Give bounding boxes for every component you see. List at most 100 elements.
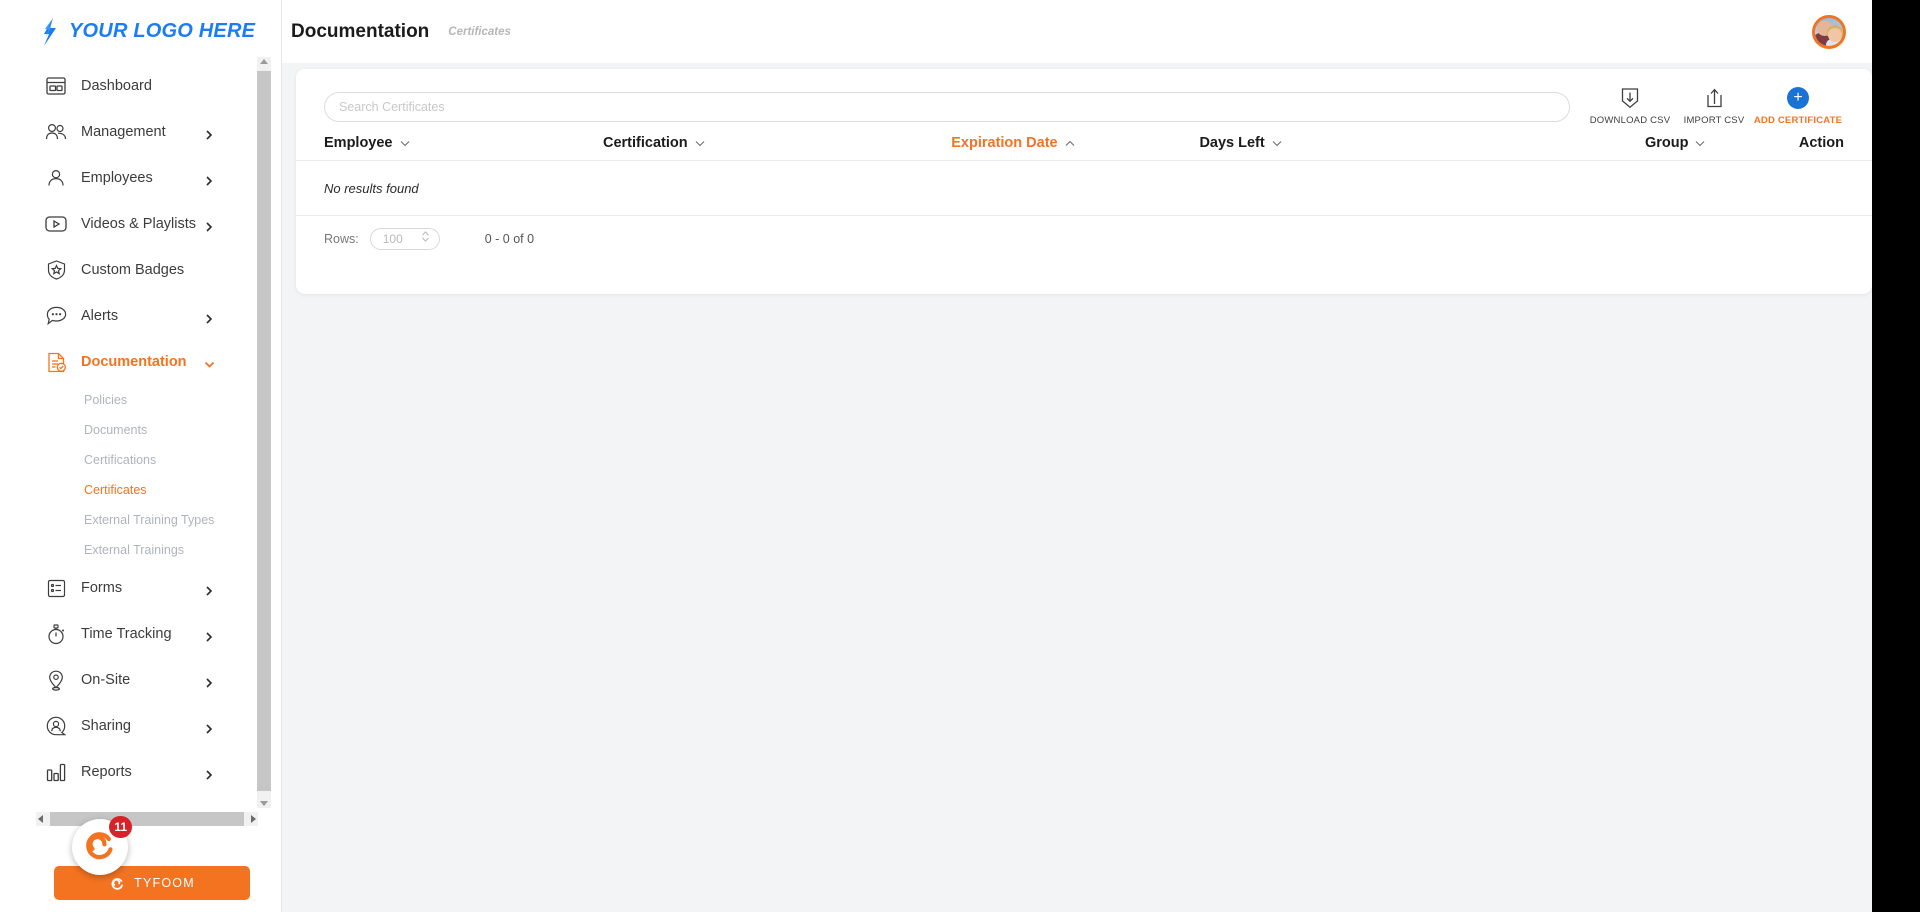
- sidebar-item-label: Dashboard: [81, 78, 152, 94]
- sidebar-item-time-tracking[interactable]: Time Tracking: [0, 611, 258, 657]
- chevron-right-icon[interactable]: [204, 311, 214, 324]
- sidebar-subitem-certificates[interactable]: Certificates: [0, 475, 258, 505]
- search-input[interactable]: [324, 92, 1570, 122]
- scrollbar-thumb[interactable]: [257, 71, 271, 791]
- column-header-group[interactable]: Group: [1465, 135, 1706, 151]
- sidebar-item-sharing[interactable]: Sharing: [0, 703, 258, 749]
- import-csv-button[interactable]: IMPORT CSV: [1672, 87, 1756, 126]
- sidebar-item-label: Time Tracking: [81, 626, 172, 642]
- sidebar-item-employees[interactable]: Employees: [0, 155, 258, 201]
- sidebar-item-label: Reports: [81, 764, 132, 780]
- sidebar-item-label: Employees: [81, 170, 153, 186]
- download-icon: [1621, 87, 1639, 109]
- sidebar-item-label: Alerts: [81, 308, 119, 324]
- stepper-chevrons-icon[interactable]: [421, 230, 430, 248]
- users-icon: [45, 121, 67, 143]
- chevron-right-icon[interactable]: [204, 173, 214, 186]
- app-root: YOUR LOGO HERE Dashboard Management Empl…: [0, 0, 1872, 912]
- page-title: Documentation: [291, 20, 430, 42]
- rows-per-page-select[interactable]: 100: [369, 228, 440, 250]
- alert-chat-icon: [45, 305, 67, 327]
- download-csv-button[interactable]: DOWNLOAD CSV: [1588, 87, 1672, 126]
- scrollbar-thumb[interactable]: [50, 812, 244, 826]
- add-certificate-button[interactable]: + ADD CERTIFICATE: [1753, 86, 1843, 126]
- chevron-right-icon[interactable]: [204, 675, 214, 688]
- tyfoom-button[interactable]: TYFOOM: [54, 866, 250, 900]
- logo[interactable]: YOUR LOGO HERE: [0, 0, 281, 63]
- upload-icon: [1706, 87, 1723, 109]
- logo-mark-icon: [40, 17, 60, 47]
- sidebar-item-documentation[interactable]: Documentation: [0, 339, 258, 385]
- column-label: Action: [1798, 135, 1844, 151]
- no-results-message: No results found: [324, 181, 419, 196]
- tyfoom-swirl-icon: [109, 875, 126, 892]
- page-subtitle: Certificates: [448, 25, 511, 38]
- sidebar-subitem-label: Certifications: [84, 453, 157, 467]
- chevron-right-icon[interactable]: [204, 767, 214, 780]
- form-icon: [45, 577, 67, 599]
- sidebar-item-label: Sharing: [81, 718, 131, 734]
- document-check-icon: [45, 351, 67, 373]
- sidebar-subitem-policies[interactable]: Policies: [0, 385, 258, 415]
- chevron-down-icon[interactable]: [400, 135, 410, 151]
- column-label: Expiration Date: [951, 135, 1058, 151]
- pagination: Rows: 100 0 - 0 of 0: [296, 216, 1872, 262]
- scroll-up-arrow-icon[interactable]: [260, 59, 268, 64]
- chevron-right-icon[interactable]: [204, 219, 214, 232]
- sidebar-subitem-certifications[interactable]: Certifications: [0, 445, 258, 475]
- badge-icon: [45, 259, 67, 281]
- sidebar-subitem-label: Documents: [84, 423, 148, 437]
- column-header-certification[interactable]: Certification: [603, 135, 951, 151]
- chevron-right-icon[interactable]: [204, 127, 214, 140]
- chevron-right-icon[interactable]: [204, 583, 214, 596]
- sidebar-item-label: Documentation: [81, 354, 187, 370]
- sidebar-subitem-external-training-types[interactable]: External Training Types: [0, 505, 258, 535]
- scroll-down-arrow-icon[interactable]: [260, 801, 268, 806]
- chevron-down-icon[interactable]: [1695, 135, 1705, 151]
- sidebar-item-custom-badges[interactable]: Custom Badges: [0, 247, 258, 293]
- sidebar-subitem-label: External Training Types: [84, 513, 215, 527]
- sidebar-nav: Dashboard Management Employees Videos & …: [0, 63, 258, 808]
- column-label: Group: [1644, 135, 1689, 151]
- import-csv-label: IMPORT CSV: [1683, 114, 1745, 126]
- sidebar-subitem-label: Certificates: [84, 483, 147, 497]
- tyfoom-fab-button[interactable]: 11: [72, 816, 132, 875]
- chevron-down-icon[interactable]: [1272, 135, 1282, 151]
- toolbar-actions: DOWNLOAD CSV IMPORT CSV + ADD CERTIFICAT…: [1588, 86, 1843, 126]
- logo-text: YOUR LOGO HERE: [69, 20, 256, 42]
- sidebar-subitem-label: Policies: [84, 393, 128, 407]
- page-header: Documentation Certificates: [282, 0, 1872, 63]
- chevron-down-icon[interactable]: [695, 135, 705, 151]
- chevron-down-icon[interactable]: [204, 357, 215, 368]
- sidebar-item-reports[interactable]: Reports: [0, 749, 258, 795]
- sidebar-item-forms[interactable]: Forms: [0, 565, 258, 611]
- chevron-right-icon[interactable]: [204, 629, 214, 642]
- plus-glyph: +: [1787, 86, 1809, 109]
- avatar[interactable]: [1812, 14, 1846, 49]
- sidebar-item-label: On-Site: [81, 672, 131, 688]
- sidebar-vertical-scrollbar[interactable]: [257, 57, 271, 808]
- sidebar-subitem-external-trainings[interactable]: External Trainings: [0, 535, 258, 565]
- chevron-right-icon[interactable]: [204, 721, 214, 734]
- column-header-employee[interactable]: Employee: [324, 135, 603, 151]
- sidebar-item-management[interactable]: Management: [0, 109, 258, 155]
- share-user-icon: [45, 715, 67, 737]
- tyfoom-label: TYFOOM: [134, 876, 195, 890]
- column-header-expiration-date[interactable]: Expiration Date: [951, 135, 1199, 151]
- sidebar-item-on-site[interactable]: On-Site: [0, 657, 258, 703]
- scroll-left-arrow-icon[interactable]: [38, 815, 43, 823]
- notification-badge: 11: [109, 816, 132, 838]
- sidebar-item-videos-playlists[interactable]: Videos & Playlists: [0, 201, 258, 247]
- column-header-days-left[interactable]: Days Left: [1199, 135, 1465, 151]
- sidebar-item-label: Custom Badges: [81, 262, 185, 278]
- pin-icon: [45, 669, 67, 691]
- sidebar-subitem-documents[interactable]: Documents: [0, 415, 258, 445]
- sidebar-item-dashboard[interactable]: Dashboard: [0, 63, 258, 109]
- chevron-up-icon[interactable]: [1065, 135, 1075, 151]
- sidebar-horizontal-scrollbar[interactable]: [36, 812, 258, 826]
- sidebar-item-alerts[interactable]: Alerts: [0, 293, 258, 339]
- pagination-count: 0 - 0 of 0: [484, 232, 535, 246]
- add-certificate-label: ADD CERTIFICATE: [1753, 114, 1843, 126]
- certificates-card: DOWNLOAD CSV IMPORT CSV +: [296, 69, 1872, 294]
- scroll-right-arrow-icon[interactable]: [251, 815, 256, 823]
